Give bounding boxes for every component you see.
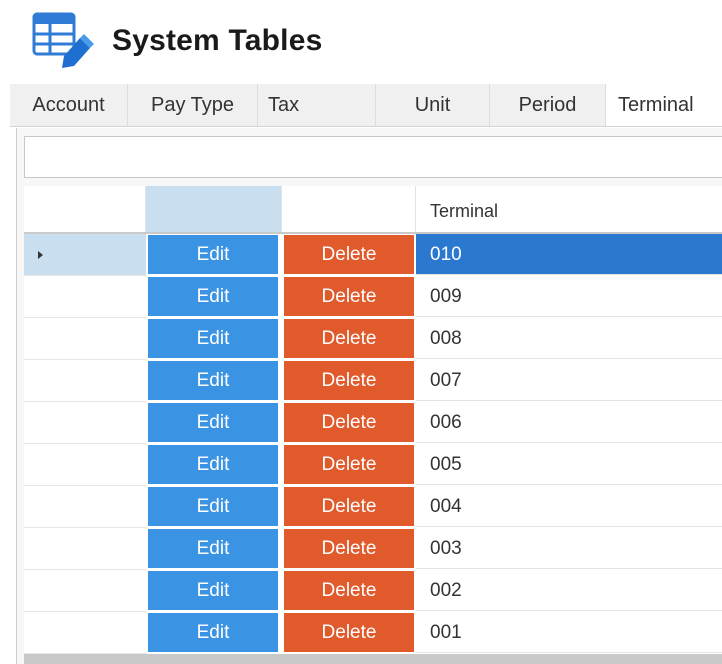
table-row[interactable]: Edit Delete 008	[24, 318, 722, 360]
edit-button[interactable]: Edit	[148, 361, 278, 400]
edit-button[interactable]: Edit	[148, 319, 278, 358]
current-row-arrow-icon	[38, 251, 43, 259]
delete-button[interactable]: Delete	[284, 613, 414, 652]
table-edit-icon	[32, 12, 94, 68]
row-header[interactable]	[24, 444, 146, 486]
terminal-column-header[interactable]: Terminal	[416, 186, 722, 232]
delete-button[interactable]: Delete	[284, 403, 414, 442]
delete-button[interactable]: Delete	[284, 487, 414, 526]
table-row[interactable]: Edit Delete 007	[24, 360, 722, 402]
row-header[interactable]	[24, 360, 146, 402]
edit-button[interactable]: Edit	[148, 571, 278, 610]
delete-button[interactable]: Delete	[284, 361, 414, 400]
table-row[interactable]: Edit Delete 001	[24, 612, 722, 654]
row-header-corner	[24, 186, 146, 232]
delete-button[interactable]: Delete	[284, 319, 414, 358]
table-row[interactable]: Edit Delete 002	[24, 570, 722, 612]
tab-period[interactable]: Period	[490, 84, 606, 126]
table-row[interactable]: Edit Delete 009	[24, 276, 722, 318]
terminal-cell[interactable]: 003	[416, 528, 722, 569]
page-title: System Tables	[112, 24, 323, 57]
page-header: System Tables	[0, 0, 722, 84]
row-header[interactable]	[24, 486, 146, 528]
row-header[interactable]	[24, 276, 146, 318]
row-header[interactable]	[24, 612, 146, 654]
table-row[interactable]: Edit Delete 005	[24, 444, 722, 486]
delete-button[interactable]: Delete	[284, 571, 414, 610]
row-header[interactable]	[24, 528, 146, 570]
row-header[interactable]	[24, 318, 146, 360]
terminal-cell[interactable]: 008	[416, 318, 722, 359]
edit-column-header[interactable]	[146, 186, 282, 232]
tab-account[interactable]: Account	[10, 84, 128, 126]
grid-header: Terminal	[24, 186, 722, 232]
terminal-cell[interactable]: 006	[416, 402, 722, 443]
filter-bar[interactable]	[24, 136, 722, 178]
terminal-cell[interactable]: 007	[416, 360, 722, 401]
tab-tax[interactable]: Tax	[258, 84, 376, 126]
delete-button[interactable]: Delete	[284, 445, 414, 484]
row-header[interactable]	[24, 402, 146, 444]
delete-button[interactable]: Delete	[284, 529, 414, 568]
table-row[interactable]: Edit Delete 006	[24, 402, 722, 444]
edit-button[interactable]: Edit	[148, 235, 278, 274]
terminal-cell[interactable]: 005	[416, 444, 722, 485]
terminal-grid: Terminal Edit Delete 010 Edit Delete 009 Edit D…	[24, 186, 722, 664]
table-row[interactable]: Edit Delete 010	[24, 234, 722, 276]
edit-button[interactable]: Edit	[148, 403, 278, 442]
row-header[interactable]	[24, 570, 146, 612]
tab-bar: Account Pay Type Tax Unit Period Termina…	[10, 84, 722, 127]
terminal-cell[interactable]: 009	[416, 276, 722, 317]
tab-terminal[interactable]: Terminal	[606, 84, 722, 126]
delete-button[interactable]: Delete	[284, 277, 414, 316]
terminal-cell[interactable]: 001	[416, 612, 722, 653]
tab-pay-type[interactable]: Pay Type	[128, 84, 258, 126]
delete-column-header[interactable]	[282, 186, 416, 232]
delete-button[interactable]: Delete	[284, 235, 414, 274]
edit-button[interactable]: Edit	[148, 277, 278, 316]
row-header[interactable]	[24, 234, 146, 276]
table-row[interactable]: Edit Delete 004	[24, 486, 722, 528]
terminal-cell[interactable]: 004	[416, 486, 722, 527]
edit-button[interactable]: Edit	[148, 613, 278, 652]
edit-button[interactable]: Edit	[148, 445, 278, 484]
edit-button[interactable]: Edit	[148, 529, 278, 568]
terminal-cell[interactable]: 002	[416, 570, 722, 611]
edit-button[interactable]: Edit	[148, 487, 278, 526]
terminal-cell[interactable]: 010	[416, 234, 722, 275]
tab-unit[interactable]: Unit	[376, 84, 490, 126]
table-row[interactable]: Edit Delete 003	[24, 528, 722, 570]
